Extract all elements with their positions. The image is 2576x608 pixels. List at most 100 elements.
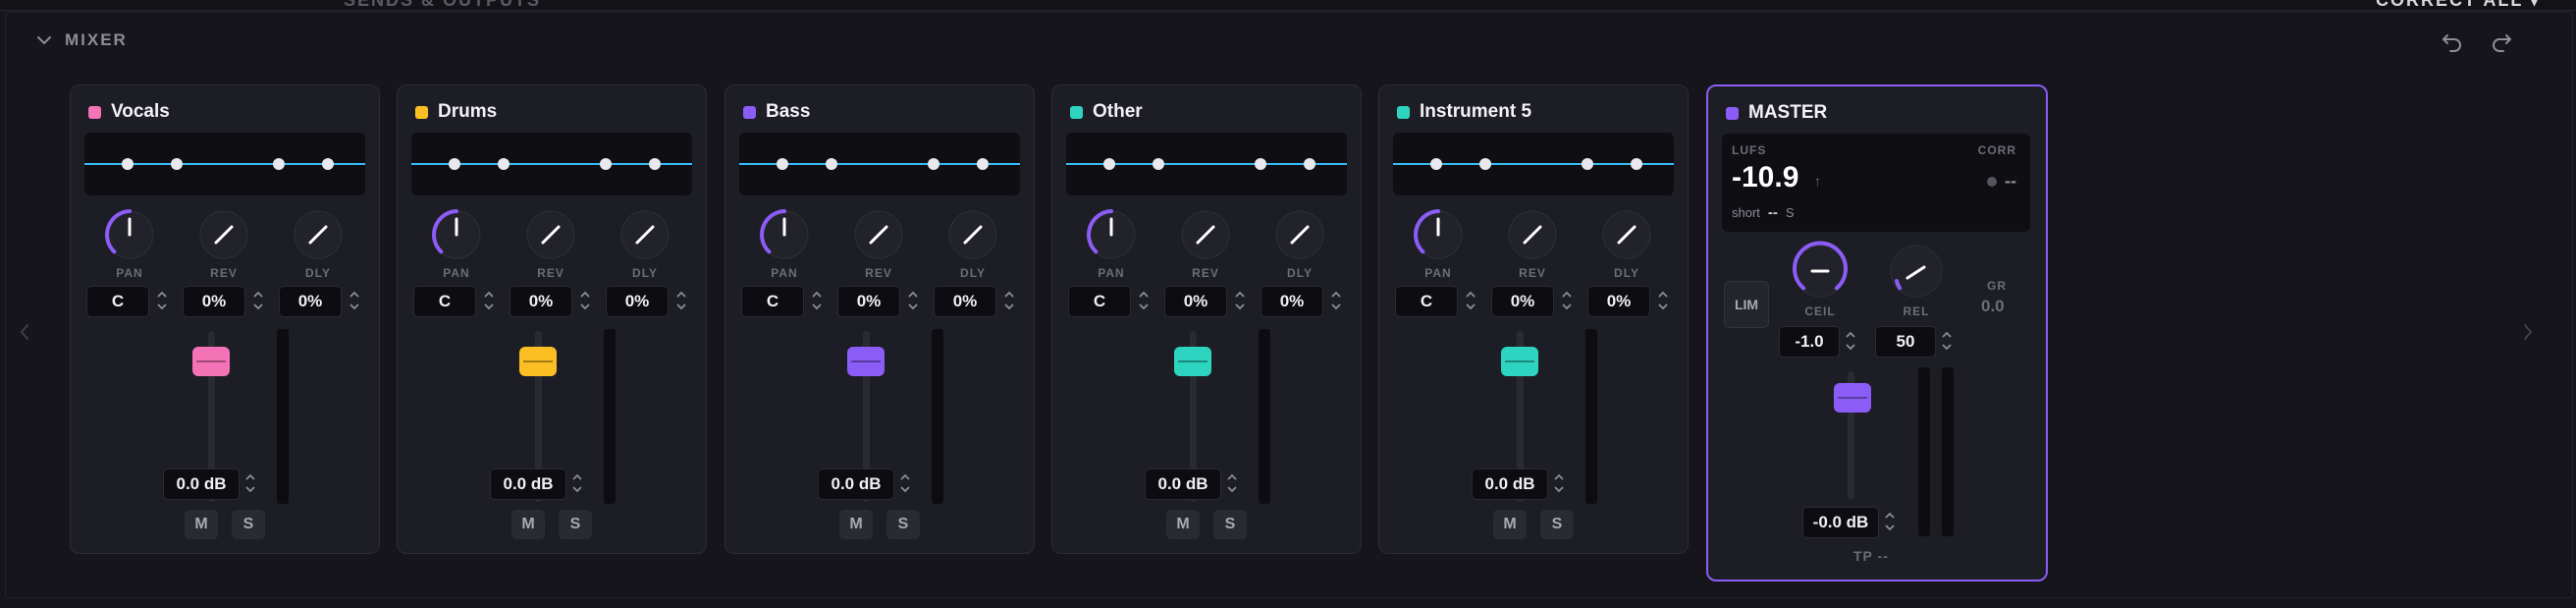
- rev-stepper-icon[interactable]: [578, 286, 592, 315]
- dly-knob[interactable]: [1268, 205, 1331, 264]
- eq-band-handle[interactable]: [273, 158, 285, 170]
- rev-input[interactable]: 0%: [1164, 286, 1227, 317]
- pan-input[interactable]: C: [1068, 286, 1131, 317]
- rev-knob[interactable]: [1501, 205, 1564, 264]
- dly-knob[interactable]: [941, 205, 1004, 264]
- eq-band-handle[interactable]: [1631, 158, 1642, 170]
- rev-knob[interactable]: [847, 205, 910, 264]
- rel-input[interactable]: 50: [1875, 326, 1936, 358]
- pan-input[interactable]: C: [741, 286, 804, 317]
- mute-button[interactable]: M: [511, 510, 545, 539]
- eq-band-handle[interactable]: [1103, 158, 1115, 170]
- pan-stepper-icon[interactable]: [155, 286, 169, 315]
- pan-knob[interactable]: [753, 205, 816, 264]
- pan-input[interactable]: C: [413, 286, 476, 317]
- dly-input[interactable]: 0%: [934, 286, 996, 317]
- pan-knob[interactable]: [1080, 205, 1143, 264]
- sends-outputs-header[interactable]: SENDS & OUTPUTS: [344, 0, 541, 11]
- channel-name[interactable]: Instrument 5: [1420, 101, 1531, 123]
- channel-name[interactable]: Drums: [438, 101, 497, 123]
- mute-button[interactable]: M: [1166, 510, 1200, 539]
- rev-input[interactable]: 0%: [1491, 286, 1554, 317]
- gain-stepper-icon[interactable]: [898, 469, 912, 498]
- rel-stepper-icon[interactable]: [1940, 326, 1954, 356]
- correct-all-button[interactable]: CORRECT ALL ▾: [2376, 0, 2541, 11]
- mute-button[interactable]: M: [185, 510, 218, 539]
- rev-knob[interactable]: [1174, 205, 1237, 264]
- eq-band-handle[interactable]: [1582, 158, 1593, 170]
- rev-input[interactable]: 0%: [510, 286, 572, 317]
- eq-curve-display[interactable]: [1393, 133, 1674, 195]
- eq-band-handle[interactable]: [928, 158, 939, 170]
- gain-stepper-icon[interactable]: [1552, 469, 1566, 498]
- rev-stepper-icon[interactable]: [906, 286, 920, 315]
- rev-knob[interactable]: [192, 205, 255, 264]
- eq-band-handle[interactable]: [498, 158, 510, 170]
- ceil-input[interactable]: -1.0: [1779, 326, 1840, 358]
- eq-band-handle[interactable]: [449, 158, 460, 170]
- dly-input[interactable]: 0%: [606, 286, 669, 317]
- rel-knob[interactable]: [1885, 240, 1948, 303]
- dly-knob[interactable]: [287, 205, 349, 264]
- eq-band-handle[interactable]: [777, 158, 788, 170]
- solo-button[interactable]: S: [886, 510, 920, 539]
- gain-stepper-icon[interactable]: [243, 469, 257, 498]
- dly-knob[interactable]: [1595, 205, 1658, 264]
- solo-button[interactable]: S: [232, 510, 265, 539]
- mixer-section-toggle[interactable]: MIXER: [33, 29, 128, 51]
- mute-button[interactable]: M: [839, 510, 873, 539]
- eq-curve-display[interactable]: [1066, 133, 1347, 195]
- eq-band-handle[interactable]: [649, 158, 661, 170]
- channel-fader-handle[interactable]: [1174, 347, 1211, 376]
- eq-band-handle[interactable]: [122, 158, 134, 170]
- eq-band-handle[interactable]: [1153, 158, 1164, 170]
- eq-curve-display[interactable]: [411, 133, 692, 195]
- dly-knob[interactable]: [614, 205, 676, 264]
- pan-input[interactable]: C: [1395, 286, 1458, 317]
- dly-stepper-icon[interactable]: [348, 286, 361, 315]
- rev-stepper-icon[interactable]: [251, 286, 265, 315]
- master-gain-stepper-icon[interactable]: [1883, 507, 1897, 536]
- rev-knob[interactable]: [519, 205, 582, 264]
- master-fader-handle[interactable]: [1834, 383, 1871, 413]
- channel-gain-input[interactable]: 0.0 dB: [490, 469, 566, 500]
- chevron-right-icon[interactable]: [2519, 320, 2537, 344]
- master-gain-input[interactable]: -0.0 dB: [1802, 507, 1879, 538]
- channel-gain-input[interactable]: 0.0 dB: [163, 469, 240, 500]
- eq-curve-display[interactable]: [739, 133, 1020, 195]
- rev-input[interactable]: 0%: [183, 286, 245, 317]
- pan-knob[interactable]: [425, 205, 488, 264]
- gain-stepper-icon[interactable]: [570, 469, 584, 498]
- pan-stepper-icon[interactable]: [1464, 286, 1477, 315]
- eq-band-handle[interactable]: [826, 158, 837, 170]
- channel-name[interactable]: Vocals: [111, 101, 170, 123]
- dly-stepper-icon[interactable]: [1329, 286, 1343, 315]
- eq-band-handle[interactable]: [171, 158, 183, 170]
- channel-fader-handle[interactable]: [847, 347, 885, 376]
- redo-icon[interactable]: [2488, 28, 2515, 55]
- dly-stepper-icon[interactable]: [1002, 286, 1016, 315]
- pan-knob[interactable]: [98, 205, 161, 264]
- dly-stepper-icon[interactable]: [1656, 286, 1670, 315]
- pan-input[interactable]: C: [86, 286, 149, 317]
- eq-band-handle[interactable]: [322, 158, 334, 170]
- channel-fader-handle[interactable]: [1501, 347, 1538, 376]
- dly-input[interactable]: 0%: [1587, 286, 1650, 317]
- eq-band-handle[interactable]: [1255, 158, 1266, 170]
- channel-fader-handle[interactable]: [192, 347, 230, 376]
- ceil-stepper-icon[interactable]: [1844, 326, 1857, 356]
- undo-icon[interactable]: [2439, 28, 2466, 55]
- pan-stepper-icon[interactable]: [482, 286, 496, 315]
- channel-gain-input[interactable]: 0.0 dB: [818, 469, 894, 500]
- eq-band-handle[interactable]: [1304, 158, 1315, 170]
- channel-fader-handle[interactable]: [519, 347, 557, 376]
- dly-input[interactable]: 0%: [279, 286, 342, 317]
- rev-stepper-icon[interactable]: [1233, 286, 1247, 315]
- solo-button[interactable]: S: [559, 510, 592, 539]
- solo-button[interactable]: S: [1540, 510, 1574, 539]
- gain-stepper-icon[interactable]: [1225, 469, 1239, 498]
- chevron-left-icon[interactable]: [16, 320, 33, 344]
- mute-button[interactable]: M: [1493, 510, 1527, 539]
- channel-name[interactable]: Bass: [766, 101, 810, 123]
- channel-gain-input[interactable]: 0.0 dB: [1145, 469, 1221, 500]
